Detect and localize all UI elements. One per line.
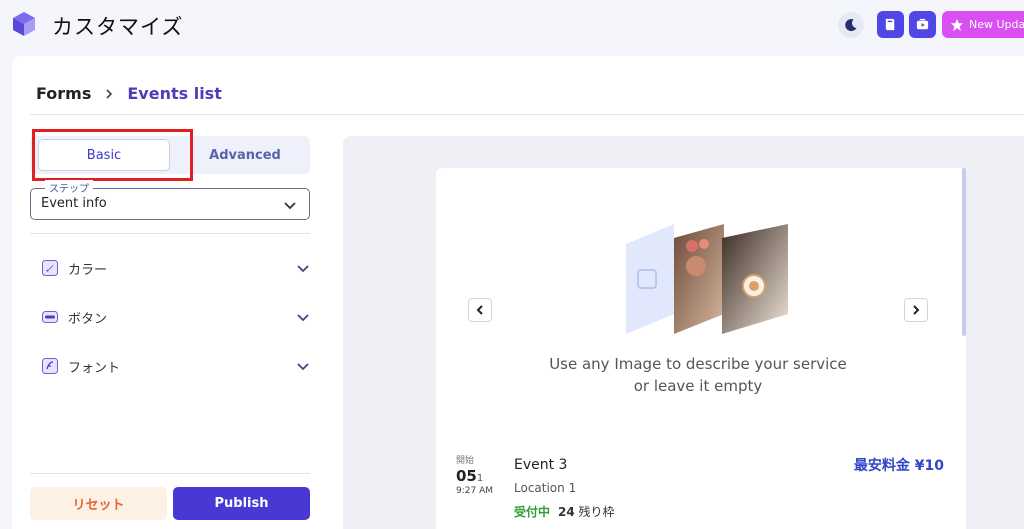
step-select-value: Event info <box>41 196 107 211</box>
accordion-color-label: カラー <box>68 263 108 278</box>
event-status: 受付中 <box>514 505 551 519</box>
top-bar: カスタマイズ New Update <box>0 0 1024 52</box>
event-status-line: 受付中 24 残り枠 <box>514 503 615 520</box>
hero-text-line-1: Use any Image to describe your service <box>549 355 847 373</box>
step-select[interactable]: ステップ Event info <box>30 180 310 220</box>
preview-scrollbar[interactable] <box>962 168 966 336</box>
highlight-box <box>32 129 193 181</box>
rocket-icon <box>42 260 58 276</box>
main-card: Forms Events list Basic Advanced ステップ Ev… <box>12 56 1024 529</box>
new-update-button[interactable]: New Update <box>942 11 1024 38</box>
logo-icon <box>13 12 35 36</box>
event-location: Location 1 <box>514 481 577 495</box>
chevron-left-icon <box>476 305 483 315</box>
event-date: 開始 051 9:27 AM <box>456 453 498 496</box>
chevron-right-icon <box>106 88 113 99</box>
chevron-down-icon <box>297 314 309 322</box>
hero-image-placeholder <box>626 224 788 334</box>
breadcrumb: Forms Events list <box>36 84 222 103</box>
dark-mode-toggle[interactable] <box>838 12 864 38</box>
accordion-font-label: フォント <box>68 361 121 376</box>
accordion-button-label: ボタン <box>68 312 108 327</box>
event-time: 9:27 AM <box>456 486 493 496</box>
moon-icon <box>845 19 857 32</box>
event-seats-suffix: 残り枠 <box>578 505 615 519</box>
hero-text-line-2: or leave it empty <box>633 377 763 395</box>
reset-button[interactable]: リセット <box>30 487 167 520</box>
video-button[interactable] <box>909 11 936 38</box>
breadcrumb-forms[interactable]: Forms <box>36 84 91 103</box>
chevron-down-icon <box>284 202 296 210</box>
tab-advanced[interactable]: Advanced <box>180 139 310 171</box>
book-icon <box>885 18 895 31</box>
hero-description: Use any Image to describe your service o… <box>436 353 960 397</box>
event-start-label: 開始 <box>456 456 475 466</box>
accordion-button[interactable]: ボタン <box>30 305 310 329</box>
chevron-down-icon <box>297 363 309 371</box>
chevron-down-icon <box>297 265 309 273</box>
carousel-prev-button[interactable] <box>468 298 492 322</box>
star-icon <box>950 18 964 31</box>
step-select-legend: ステップ <box>45 180 93 195</box>
app-title: カスタマイズ <box>52 15 184 39</box>
event-day-number: 05 <box>456 467 477 485</box>
preview-area: Use any Image to describe your service o… <box>343 136 1024 529</box>
event-day: 051 <box>456 467 498 485</box>
event-month: 1 <box>476 473 484 484</box>
accordion-color[interactable]: カラー <box>30 256 310 280</box>
font-icon <box>42 358 58 374</box>
header-divider <box>30 114 1024 115</box>
carousel-next-button[interactable] <box>904 298 928 322</box>
docs-button[interactable] <box>877 11 904 38</box>
event-price: 最安料金 ¥10 <box>853 458 944 474</box>
event-card[interactable]: Use any Image to describe your service o… <box>436 168 966 529</box>
accordion-font[interactable]: フォント <box>30 354 310 378</box>
video-icon <box>916 18 929 30</box>
breadcrumb-events-list[interactable]: Events list <box>127 84 221 103</box>
divider <box>30 473 310 474</box>
event-title: Event 3 <box>514 457 568 473</box>
publish-button[interactable]: Publish <box>173 487 310 520</box>
button-icon <box>42 311 58 323</box>
chevron-right-icon <box>913 305 920 315</box>
divider <box>30 233 310 234</box>
new-update-label: New Update <box>969 18 1024 31</box>
event-seats: 24 <box>558 505 575 519</box>
